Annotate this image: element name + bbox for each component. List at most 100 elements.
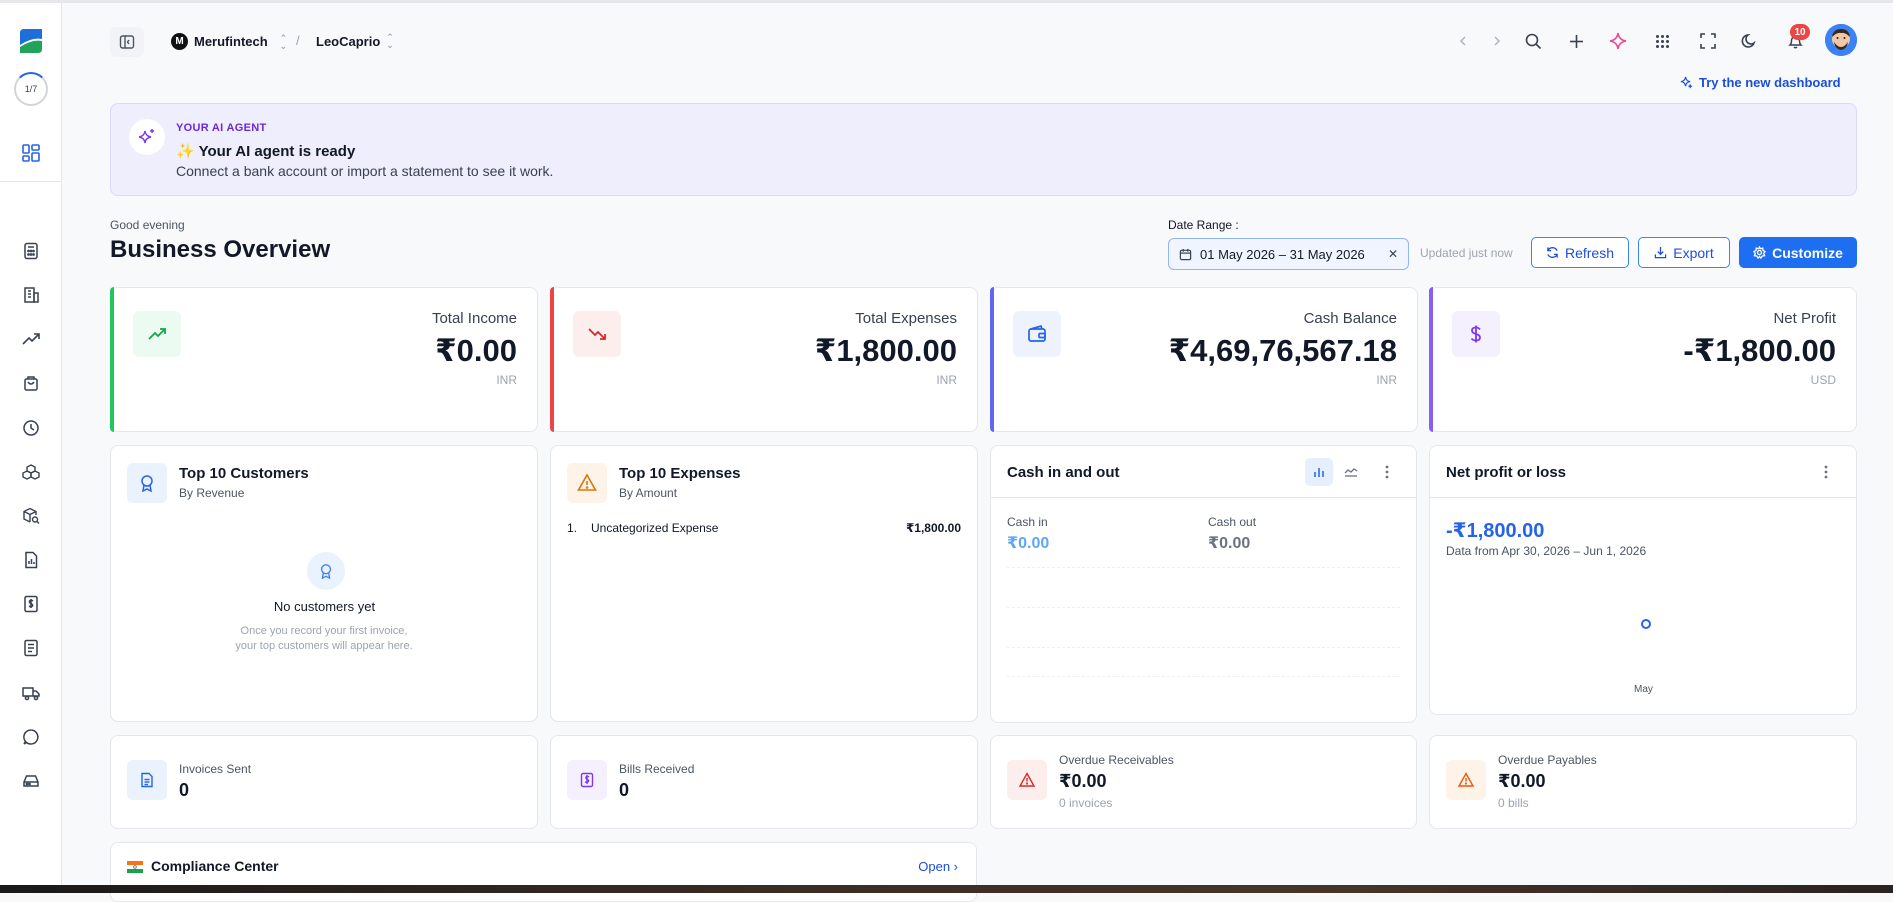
download-icon (1655, 246, 1667, 259)
panel-title: Top 10 Expenses (619, 465, 741, 482)
chevron-up-down-icon: ⌃ ⌄ (386, 32, 394, 50)
kpi-currency: INR (496, 373, 517, 387)
open-compliance-link[interactable]: Open › (918, 859, 958, 874)
forward-icon[interactable] (1486, 27, 1508, 55)
hard-drive-icon[interactable] (20, 770, 42, 792)
panel-title: Net profit or loss (1446, 464, 1567, 481)
app-logo[interactable] (18, 27, 44, 55)
top-customers-panel: Top 10 Customers By Revenue No customers… (110, 445, 538, 722)
trending-up-icon[interactable] (20, 328, 42, 350)
customize-label: Customize (1772, 244, 1843, 261)
kpi-currency: INR (936, 373, 957, 387)
chart-gridline (1007, 607, 1400, 608)
wallet-icon (1013, 311, 1061, 357)
line-chart-icon[interactable] (1337, 458, 1365, 486)
dark-mode-icon[interactable] (1737, 27, 1761, 55)
india-flag-icon (127, 861, 143, 873)
invoices-sent-card[interactable]: Invoices Sent 0 (110, 735, 538, 829)
kpi-currency: INR (1376, 373, 1397, 387)
refresh-label: Refresh (1564, 244, 1615, 261)
cash-out-value: ₹0.00 (1208, 535, 1251, 552)
net-profit-loss-panel: Net profit or loss -₹1,800.00 Data from … (1429, 445, 1857, 715)
kpi-card-total-expenses[interactable]: Total Expenses ₹1,800.00 INR (550, 287, 978, 432)
refresh-button[interactable]: Refresh (1531, 237, 1629, 268)
org-switcher[interactable]: M Merufintech ⌃ ⌄ (171, 33, 287, 50)
cash-in-out-panel: Cash in and out Cash in ₹0.00 Cash out ₹… (990, 445, 1417, 723)
shopping-bag-icon[interactable] (20, 372, 42, 394)
net-profit-value: -₹1,800.00 (1446, 520, 1545, 542)
expense-name: Uncategorized Expense (591, 521, 719, 535)
card-subtext: 0 invoices (1059, 796, 1113, 810)
document-icon (127, 760, 167, 800)
chat-icon[interactable] (20, 726, 42, 748)
trending-down-icon (573, 311, 621, 357)
empty-state-text: Once you record your first invoice, your… (235, 625, 413, 652)
bills-received-card[interactable]: Bills Received 0 (550, 735, 978, 829)
card-value: 0 (619, 780, 630, 800)
list-item[interactable]: 1. Uncategorized Expense ₹1,800.00 (567, 521, 961, 535)
apps-grid-icon[interactable] (1650, 27, 1674, 55)
ai-banner-title: ✨ Your AI agent is ready (176, 143, 356, 160)
kpi-card-net-profit[interactable]: Net Profit -₹1,800.00 USD (1429, 287, 1857, 432)
card-subtext: 0 bills (1498, 796, 1529, 810)
compliance-center-panel: Compliance Center Open › (110, 842, 977, 902)
package-search-icon[interactable] (20, 505, 42, 527)
kpi-card-total-income[interactable]: Total Income ₹0.00 INR (110, 287, 538, 432)
overdue-receivables-card[interactable]: Overdue Receivables ₹0.00 0 invoices (990, 735, 1417, 829)
more-vertical-icon[interactable] (1373, 458, 1401, 486)
date-range-picker[interactable]: 01 May 2026 – 31 May 2026 ✕ (1168, 238, 1409, 270)
kpi-value: ₹4,69,76,567.18 (1168, 333, 1397, 368)
add-icon[interactable] (1564, 27, 1588, 55)
kpi-accent-bar (1429, 287, 1433, 432)
trending-up-icon (133, 311, 181, 357)
panel-title: Compliance Center (151, 858, 279, 874)
back-icon[interactable] (1452, 27, 1474, 55)
card-label: Overdue Receivables (1059, 753, 1174, 767)
greeting: Good evening (110, 218, 185, 232)
top-expenses-panel: Top 10 Expenses By Amount 1. Uncategoriz… (550, 445, 978, 722)
kpi-label: Net Profit (1773, 310, 1836, 327)
user-avatar[interactable] (1825, 24, 1857, 56)
project-switcher[interactable]: LeoCaprio ⌃ ⌄ (316, 32, 394, 50)
cash-in-label: Cash in (1007, 515, 1048, 529)
search-icon[interactable] (1521, 27, 1545, 55)
card-label: Invoices Sent (179, 762, 252, 776)
kpi-label: Total Income (431, 310, 517, 327)
overdue-payables-card[interactable]: Overdue Payables ₹0.00 0 bills (1429, 735, 1857, 829)
breadcrumb-separator: / (296, 33, 300, 48)
dashboard-icon[interactable] (20, 142, 42, 164)
expense-rank: 1. (567, 521, 578, 535)
document-lines-icon[interactable] (20, 637, 42, 659)
ai-banner-subtitle: Connect a bank account or import a state… (176, 163, 554, 179)
sidebar-toggle-button[interactable] (110, 27, 144, 57)
ai-sparkle-icon[interactable] (1606, 27, 1630, 55)
bar-chart-icon[interactable] (1305, 458, 1333, 486)
report-icon[interactable] (20, 549, 42, 571)
chart-point[interactable] (1641, 619, 1651, 629)
boxes-icon[interactable] (20, 461, 42, 483)
calculator-icon[interactable] (20, 240, 42, 262)
panel-divider (1430, 497, 1856, 498)
kpi-accent-bar (110, 287, 114, 432)
onboarding-progress[interactable]: 1/7 (14, 72, 48, 106)
updated-status: Updated just now (1420, 246, 1513, 260)
kpi-currency: USD (1810, 373, 1836, 387)
truck-icon[interactable] (20, 682, 42, 704)
panel-subtitle: By Revenue (179, 486, 245, 500)
customize-button[interactable]: Customize (1739, 237, 1857, 268)
try-new-dashboard-label: Try the new dashboard (1699, 75, 1841, 90)
chart-gridline (1007, 567, 1400, 568)
more-vertical-icon[interactable] (1812, 458, 1840, 486)
building-icon[interactable] (20, 284, 42, 306)
export-button[interactable]: Export (1638, 237, 1730, 268)
kpi-card-cash-balance[interactable]: Cash Balance ₹4,69,76,567.18 INR (990, 287, 1418, 432)
ai-sparkles-icon (129, 119, 165, 155)
card-label: Bills Received (619, 762, 695, 776)
clear-date-icon[interactable]: ✕ (1388, 247, 1398, 261)
try-new-dashboard-link[interactable]: Try the new dashboard (1680, 75, 1841, 90)
clock-icon[interactable] (20, 417, 42, 439)
date-range-label: Date Range : (1168, 218, 1239, 232)
fullscreen-icon[interactable] (1696, 27, 1720, 55)
receipt-dollar-icon[interactable] (20, 593, 42, 615)
card-value: ₹0.00 (1059, 771, 1107, 791)
